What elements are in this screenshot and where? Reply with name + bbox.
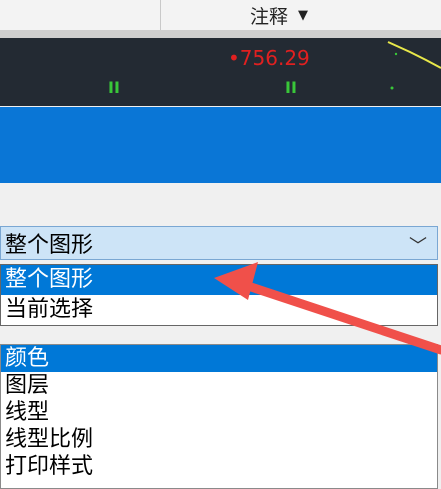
list-item-layer[interactable]: 图层 xyxy=(1,372,437,399)
scope-selected-value: 整个图形 xyxy=(5,233,94,258)
ribbon-strip: 注释 ▼ xyxy=(0,0,441,31)
scope-option-whole-drawing[interactable]: 整个图形 xyxy=(1,265,437,295)
list-item-linetype-scale[interactable]: 线型比例 xyxy=(1,426,437,453)
ribbon-bottom-band xyxy=(0,30,441,38)
list-item-color[interactable]: 颜色 xyxy=(1,345,437,372)
property-list[interactable]: 颜色 图层 线型 线型比例 打印样式 xyxy=(0,344,438,489)
annotation-menu-button[interactable]: 注释 ▼ xyxy=(250,2,308,28)
grid-mark: II xyxy=(285,78,297,97)
dimension-value: •756.29 xyxy=(228,46,310,70)
list-item-linetype[interactable]: 线型 xyxy=(1,399,437,426)
ribbon-divider xyxy=(160,0,161,30)
drawing-line xyxy=(387,41,441,90)
dialog-title-bar xyxy=(0,107,441,183)
annotation-label: 注释 xyxy=(250,5,289,28)
scope-dropdown-list[interactable]: 整个图形 当前选择 xyxy=(0,264,438,326)
caret-down-icon: ▼ xyxy=(298,7,309,23)
scope-option-current-selection[interactable]: 当前选择 xyxy=(1,295,437,325)
list-item-plot-style[interactable]: 打印样式 xyxy=(1,453,437,480)
scope-combobox[interactable]: 整个图形 ﹀ xyxy=(0,226,438,260)
drawing-viewport[interactable]: •756.29 II II xyxy=(0,38,441,106)
grid-mark: II xyxy=(108,78,120,97)
chevron-down-icon[interactable]: ﹀ xyxy=(409,232,427,258)
